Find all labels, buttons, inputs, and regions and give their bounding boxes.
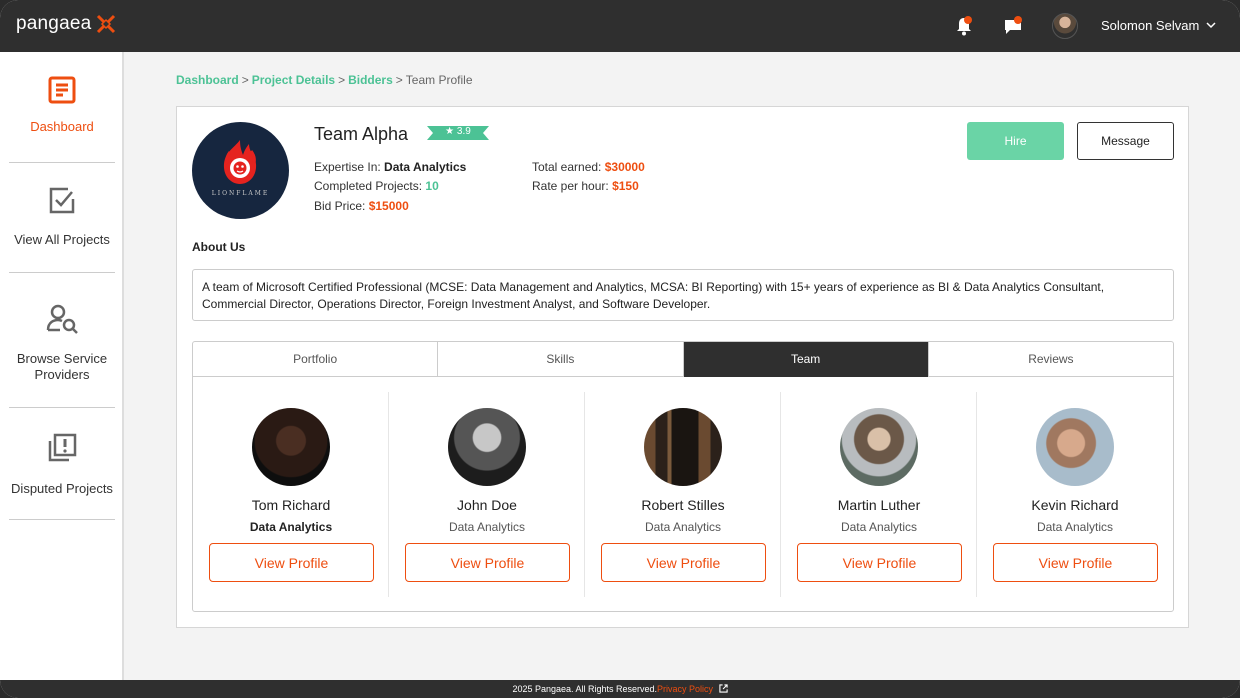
breadcrumb-separator: > xyxy=(395,73,403,87)
breadcrumb-project-details[interactable]: Project Details xyxy=(252,73,335,87)
sidebar-item-label: Disputed Projects xyxy=(11,481,113,496)
completed-info: Completed Projects: 10 xyxy=(314,179,439,193)
bid-value: $15000 xyxy=(368,199,409,213)
sidebar-item-label: Dashboard xyxy=(30,119,94,134)
breadcrumb-bidders[interactable]: Bidders xyxy=(348,73,393,87)
logo[interactable]: pangaea xyxy=(16,13,117,35)
team-logo: LIONFLAME xyxy=(192,122,289,219)
list-item: Robert Stilles Data Analytics View Profi… xyxy=(585,392,781,597)
checkbox-icon xyxy=(49,187,75,214)
completed-value: 10 xyxy=(425,179,439,193)
view-profile-button[interactable]: View Profile xyxy=(601,543,766,582)
member-role: Data Analytics xyxy=(644,520,722,534)
notification-dot xyxy=(964,16,972,24)
view-profile-button[interactable]: View Profile xyxy=(993,543,1158,582)
rating-number: 3.9 xyxy=(456,126,471,137)
tabs-panel: Portfolio Skills Team Reviews Tom Richar… xyxy=(192,341,1174,612)
view-profile-button[interactable]: View Profile xyxy=(209,543,374,582)
team-logo-word: LIONFLAME xyxy=(211,190,270,197)
sidebar-item-dashboard[interactable]: Dashboard xyxy=(9,74,115,135)
team-name: Team Alpha xyxy=(314,124,409,144)
sidebar-item-label: Browse Service Providers xyxy=(16,351,108,382)
list-item: Kevin Richard Data Analytics View Profil… xyxy=(977,392,1173,597)
member-role: Data Analytics xyxy=(249,520,333,534)
sidebar: Dashboard View All Projects Browse Servi… xyxy=(0,52,124,680)
rating-value: ★ 3.9 xyxy=(427,126,489,137)
user-search-icon xyxy=(46,304,78,334)
privacy-policy-link[interactable]: Privacy Policy xyxy=(657,684,713,694)
rating-badge: ★ 3.9 xyxy=(427,124,489,142)
logo-text: pangaea xyxy=(16,13,92,34)
tab-bar: Portfolio Skills Team Reviews xyxy=(193,342,1173,377)
rate-info: Rate per hour: $150 xyxy=(532,179,639,193)
rate-label: Rate per hour: xyxy=(532,179,609,193)
sidebar-divider xyxy=(9,272,115,273)
message-button[interactable]: Message xyxy=(1077,122,1174,160)
completed-label: Completed Projects: xyxy=(314,179,423,193)
member-name: Robert Stilles xyxy=(641,497,725,513)
breadcrumb-separator: > xyxy=(338,73,346,87)
tab-team[interactable]: Team xyxy=(683,342,929,377)
chevron-down-icon[interactable] xyxy=(1205,19,1217,31)
external-link-icon[interactable] xyxy=(718,684,728,693)
list-item: Tom Richard Data Analytics View Profile xyxy=(193,392,389,597)
footer: 2025 Pangaea. All Rights Reserved.Privac… xyxy=(0,680,1240,698)
about-title: About Us xyxy=(192,240,246,254)
alert-copy-icon xyxy=(48,433,77,462)
sidebar-divider xyxy=(9,407,115,408)
breadcrumb-current: Team Profile xyxy=(405,73,473,87)
avatar[interactable] xyxy=(1052,13,1078,39)
lion-flame-icon xyxy=(223,140,257,184)
view-profile-button[interactable]: View Profile xyxy=(797,543,962,582)
tab-skills[interactable]: Skills xyxy=(438,342,684,377)
expertise-info: Expertise In: Data Analytics xyxy=(314,160,466,174)
team-members-list: Tom Richard Data Analytics View Profile … xyxy=(193,392,1173,602)
message-dot xyxy=(1014,16,1022,24)
hire-button[interactable]: Hire xyxy=(967,122,1064,160)
member-role: Data Analytics xyxy=(840,520,918,534)
earned-info: Total earned: $30000 xyxy=(532,160,645,174)
user-name[interactable]: Solomon Selvam xyxy=(1101,18,1199,33)
member-photo xyxy=(448,408,526,486)
earned-label: Total earned: xyxy=(532,160,602,174)
breadcrumb: Dashboard > Project Details > Bidders > Team P… xyxy=(176,73,473,87)
member-photo xyxy=(644,408,722,486)
bid-info: Bid Price: $15000 xyxy=(314,199,409,213)
logo-x-icon xyxy=(97,14,116,34)
member-photo xyxy=(1036,408,1114,486)
tab-portfolio[interactable]: Portfolio xyxy=(193,342,439,377)
breadcrumb-dashboard[interactable]: Dashboard xyxy=(176,73,239,87)
rate-value: $150 xyxy=(612,179,639,193)
member-name: Kevin Richard xyxy=(1031,497,1119,513)
earned-value: $30000 xyxy=(604,160,645,174)
sidebar-item-view-all-projects[interactable]: View All Projects xyxy=(9,185,115,248)
sidebar-item-label: View All Projects xyxy=(14,232,110,247)
top-bar: pangaea Solomon Selvam xyxy=(0,0,1240,52)
team-profile-card: LIONFLAME Team Alpha ★ 3.9 Expertise In:… xyxy=(176,106,1189,628)
sidebar-divider xyxy=(9,519,115,520)
bid-label: Bid Price: xyxy=(314,199,366,213)
footer-copyright: 2025 Pangaea. All Rights Reserved. xyxy=(512,684,658,694)
member-photo xyxy=(840,408,918,486)
about-text: A team of Microsoft Certified Profession… xyxy=(192,269,1174,321)
member-photo xyxy=(252,408,330,486)
member-role: Data Analytics xyxy=(1036,520,1114,534)
list-item: Martin Luther Data Analytics View Profil… xyxy=(781,392,977,597)
expertise-value: Data Analytics xyxy=(384,160,467,174)
tab-reviews[interactable]: Reviews xyxy=(929,342,1173,377)
list-item: John Doe Data Analytics View Profile xyxy=(389,392,585,597)
member-role: Data Analytics xyxy=(448,520,526,534)
sidebar-item-disputed-projects[interactable]: Disputed Projects xyxy=(9,432,115,497)
member-name: John Doe xyxy=(457,497,517,513)
sidebar-divider xyxy=(9,162,115,163)
sidebar-item-browse-service-providers[interactable]: Browse Service Providers xyxy=(9,302,115,383)
member-name: Martin Luther xyxy=(837,497,921,513)
view-profile-button[interactable]: View Profile xyxy=(405,543,570,582)
star-icon: ★ xyxy=(445,126,455,137)
app-frame: pangaea Solomon Selvam Dashboard View Al… xyxy=(0,0,1240,698)
member-name: Tom Richard xyxy=(251,497,331,513)
dashboard-icon xyxy=(48,76,76,104)
expertise-label: Expertise In: xyxy=(314,160,381,174)
breadcrumb-separator: > xyxy=(241,73,249,87)
